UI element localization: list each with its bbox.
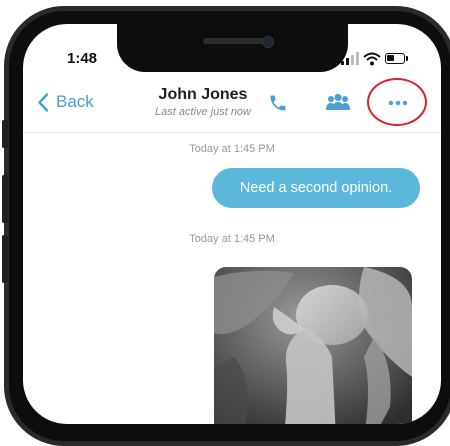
status-time: 1:48 — [67, 50, 98, 67]
wifi-icon — [363, 52, 381, 66]
phone-icon[interactable] — [268, 93, 288, 113]
highlight-circle — [367, 78, 427, 126]
notch — [117, 24, 348, 72]
chevron-left-icon — [38, 92, 49, 112]
volume-up-button — [2, 175, 8, 223]
back-button[interactable]: Back — [37, 92, 94, 112]
message-timestamp: Today at 1:45 PM — [189, 143, 275, 155]
signal-icon — [341, 52, 359, 65]
battery-cap — [406, 56, 408, 61]
back-label: Back — [56, 92, 94, 111]
side-button — [2, 120, 8, 148]
speaker-grille — [203, 38, 265, 44]
message-timestamp: Today at 1:45 PM — [189, 233, 275, 245]
message-bubble[interactable]: Need a second opinion. — [212, 168, 420, 208]
xray-image — [214, 267, 412, 424]
contact-name: John Jones — [158, 86, 248, 103]
phone-screen: 1:48 Back John Jones Last active just no… — [23, 24, 441, 424]
group-icon[interactable] — [325, 93, 351, 111]
header-divider — [23, 132, 441, 133]
status-icons — [339, 52, 411, 66]
front-camera — [262, 36, 274, 48]
last-active-status: Last active just now — [155, 106, 251, 118]
conversation-title: John Jones Last active just now — [123, 86, 283, 118]
volume-down-button — [2, 235, 8, 283]
battery-icon — [385, 53, 405, 64]
xray-image-message[interactable] — [214, 267, 412, 424]
